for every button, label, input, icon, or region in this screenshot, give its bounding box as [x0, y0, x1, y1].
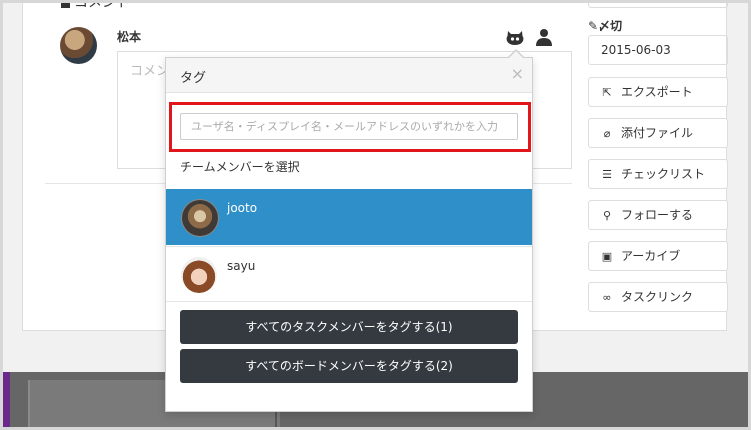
close-icon[interactable]: ×: [511, 64, 524, 83]
due-date-field[interactable]: 2015-06-03: [588, 35, 728, 65]
link-icon: ∞: [602, 291, 612, 304]
member-item-sayu[interactable]: sayu: [166, 246, 532, 302]
follow-icon: ⚲: [602, 209, 612, 222]
follow-button[interactable]: ⚲ フォローする: [588, 200, 728, 230]
export-icon: ⇱: [602, 86, 612, 99]
member-name: sayu: [227, 259, 256, 273]
comment-user-name: 松本: [117, 30, 142, 44]
archive-button[interactable]: ▣ アーカイブ: [588, 241, 728, 271]
popover-caret-inner: [508, 51, 524, 59]
member-search-input[interactable]: [180, 113, 518, 140]
archive-icon: ▣: [601, 250, 613, 263]
avatar: [181, 199, 219, 237]
due-date-label: ✎〆切: [588, 19, 623, 33]
avatar: [181, 257, 217, 293]
members-label: チームメンバーを選択: [180, 160, 300, 174]
task-link-button[interactable]: ∞ タスクリンク: [588, 282, 728, 312]
attachment-button[interactable]: ⌀ 添付ファイル: [588, 118, 728, 148]
tag-popover: タグ × チームメンバーを選択 jooto sayu すべてのタスクメンバーをタ…: [165, 57, 533, 412]
export-button[interactable]: ⇱ エクスポート: [588, 77, 728, 107]
comment-icon: [61, 0, 70, 8]
strip-accent: [3, 372, 10, 427]
popover-title: タグ: [180, 71, 207, 86]
member-name: jooto: [227, 201, 258, 215]
checklist-button[interactable]: ☰ チェックリスト: [588, 159, 728, 189]
tag-all-board-members-button[interactable]: すべてのボードメンバーをタグする(2): [180, 349, 518, 383]
current-user-avatar: [60, 27, 97, 64]
popover-header: タグ ×: [166, 58, 532, 93]
pencil-icon: ✎: [588, 19, 599, 33]
sidebar-top-field[interactable]: [588, 0, 728, 8]
list-icon: ☰: [602, 168, 612, 181]
member-item-jooto[interactable]: jooto: [166, 189, 532, 245]
paperclip-icon: ⌀: [603, 127, 611, 140]
user-tag-icon[interactable]: [535, 28, 553, 46]
comment-heading: コメント: [61, 0, 130, 12]
github-icon[interactable]: [506, 30, 524, 46]
tag-all-task-members-button[interactable]: すべてのタスクメンバーをタグする(1): [180, 310, 518, 344]
